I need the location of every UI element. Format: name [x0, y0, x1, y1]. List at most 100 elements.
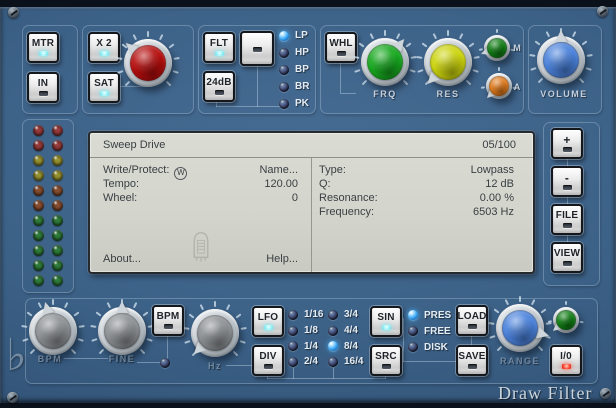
- hz-label: Hz: [185, 361, 245, 371]
- led-option-lp[interactable]: LP: [279, 27, 309, 44]
- volume-knob[interactable]: [537, 36, 585, 84]
- write-protect-badge[interactable]: W: [174, 167, 187, 180]
- display-left-pane: Write/Protect:W Name... Tempo: 120.00 Wh…: [90, 158, 311, 272]
- preset-counter: 05/100: [482, 133, 516, 157]
- hz-knob[interactable]: [191, 309, 239, 357]
- wheel-value: 0: [292, 191, 298, 205]
- meter-led: [52, 230, 63, 241]
- button-led: [337, 51, 346, 56]
- led-option-br[interactable]: BR: [279, 78, 309, 95]
- saturation-button[interactable]: SAT: [88, 72, 120, 103]
- lfo-button[interactable]: LFO: [252, 306, 284, 337]
- io-power-button[interactable]: I/0: [550, 345, 582, 376]
- preset-name-menu[interactable]: Name...: [259, 163, 298, 177]
- save-button[interactable]: SAVE: [456, 345, 488, 376]
- slope-24db-button[interactable]: 24dB: [203, 71, 235, 102]
- sine-button[interactable]: SIN: [370, 306, 402, 337]
- wheel-button[interactable]: WHL: [325, 32, 357, 63]
- range-knob[interactable]: [496, 304, 544, 352]
- led-option-16-4[interactable]: 16/4: [328, 354, 363, 370]
- preset-next-button[interactable]: +: [551, 128, 583, 159]
- led-option-label: 16/4: [344, 356, 363, 367]
- knob-cap: [502, 310, 538, 346]
- button-led: [100, 51, 109, 56]
- row-label: Q:: [319, 177, 331, 191]
- meter-led: [52, 200, 63, 211]
- filter-type-led-list: LPHP BP BRPK: [279, 27, 309, 112]
- knob-pointer: [116, 301, 128, 313]
- led-option-4-4[interactable]: 4/4: [328, 323, 363, 339]
- led-on-indicator: [408, 310, 418, 320]
- connector-line: [216, 106, 285, 107]
- led-option-2-4[interactable]: 2/4: [288, 354, 323, 370]
- led-option-bp[interactable]: BP: [279, 61, 309, 78]
- connector-line: [167, 335, 168, 359]
- knob-cap: [35, 313, 71, 349]
- slope-button[interactable]: [240, 31, 274, 66]
- led-option-1-8[interactable]: 1/8: [288, 323, 323, 339]
- led-option-8-4[interactable]: 8/4: [328, 338, 363, 354]
- knob-pointer: [555, 30, 567, 42]
- lcd-display: Sweep Drive 05/100 Write/Protect:W Name.…: [88, 131, 535, 274]
- fine-label: FINE: [92, 354, 152, 364]
- screw-icon: [600, 388, 611, 399]
- frequency-knob[interactable]: [361, 38, 409, 86]
- led-off-indicator: [288, 310, 298, 320]
- meter-led: [33, 170, 44, 181]
- button-label: VIEW: [554, 249, 580, 259]
- type-value: Lowpass: [471, 163, 514, 177]
- meter-led: [52, 140, 63, 151]
- output-knob[interactable]: [553, 307, 579, 333]
- about-menu[interactable]: About...: [103, 253, 141, 265]
- button-led: [39, 91, 48, 96]
- meter-led: [52, 185, 63, 196]
- type-row: Type: Lowpass: [319, 163, 514, 177]
- led-off-indicator: [279, 65, 289, 75]
- button-led: [563, 261, 572, 266]
- help-menu[interactable]: Help...: [266, 253, 298, 265]
- view-button[interactable]: VIEW: [551, 242, 583, 273]
- div-button[interactable]: DIV: [252, 345, 284, 376]
- led-option-pres[interactable]: PRES: [408, 307, 451, 323]
- meter-led: [33, 245, 44, 256]
- load-button[interactable]: LOAD: [456, 305, 488, 336]
- button-label: -: [565, 174, 569, 183]
- source-button[interactable]: SRC: [370, 345, 402, 376]
- x2-button[interactable]: X 2: [88, 32, 120, 63]
- bpm-sync-button[interactable]: BPM: [152, 305, 184, 336]
- resonance-knob[interactable]: [424, 38, 472, 86]
- knob-cap: [104, 313, 140, 349]
- led-option-label: DISK: [424, 342, 448, 353]
- input-button[interactable]: IN: [27, 72, 59, 103]
- led-option-3-4[interactable]: 3/4: [328, 307, 363, 323]
- connector-line: [403, 361, 457, 362]
- button-label: DIV: [259, 352, 276, 362]
- led-option-free[interactable]: FREE: [408, 323, 451, 339]
- bpm-knob[interactable]: [29, 307, 77, 355]
- fine-knob[interactable]: [98, 307, 146, 355]
- tempo-row: Tempo: 120.00: [103, 177, 298, 191]
- led-option-hp[interactable]: HP: [279, 44, 309, 61]
- knob-cap: [197, 315, 233, 351]
- preset-prev-button[interactable]: -: [551, 166, 583, 197]
- led-off-indicator: [328, 326, 338, 336]
- amount-knob[interactable]: [486, 73, 512, 99]
- filter-button[interactable]: FLT: [203, 32, 235, 63]
- meter-button[interactable]: MTR: [27, 32, 59, 63]
- led-option-pk[interactable]: PK: [279, 95, 309, 112]
- file-button[interactable]: FILE: [551, 204, 583, 235]
- drive-knob[interactable]: [124, 39, 172, 87]
- connector-line: [340, 63, 341, 94]
- brand-logo: ♭: [6, 330, 27, 381]
- led-off-indicator: [288, 341, 298, 351]
- meter-led: [52, 125, 63, 136]
- led-option-disk[interactable]: DISK: [408, 339, 451, 355]
- button-led: [563, 185, 572, 190]
- mod-knob[interactable]: [484, 35, 510, 61]
- led-option-1-4[interactable]: 1/4: [288, 338, 323, 354]
- connector-line: [267, 378, 386, 379]
- preset-name: Sweep Drive: [103, 133, 165, 157]
- led-option-1-16[interactable]: 1/16: [288, 307, 323, 323]
- button-led: [164, 324, 173, 329]
- led-option-label: BP: [295, 64, 309, 75]
